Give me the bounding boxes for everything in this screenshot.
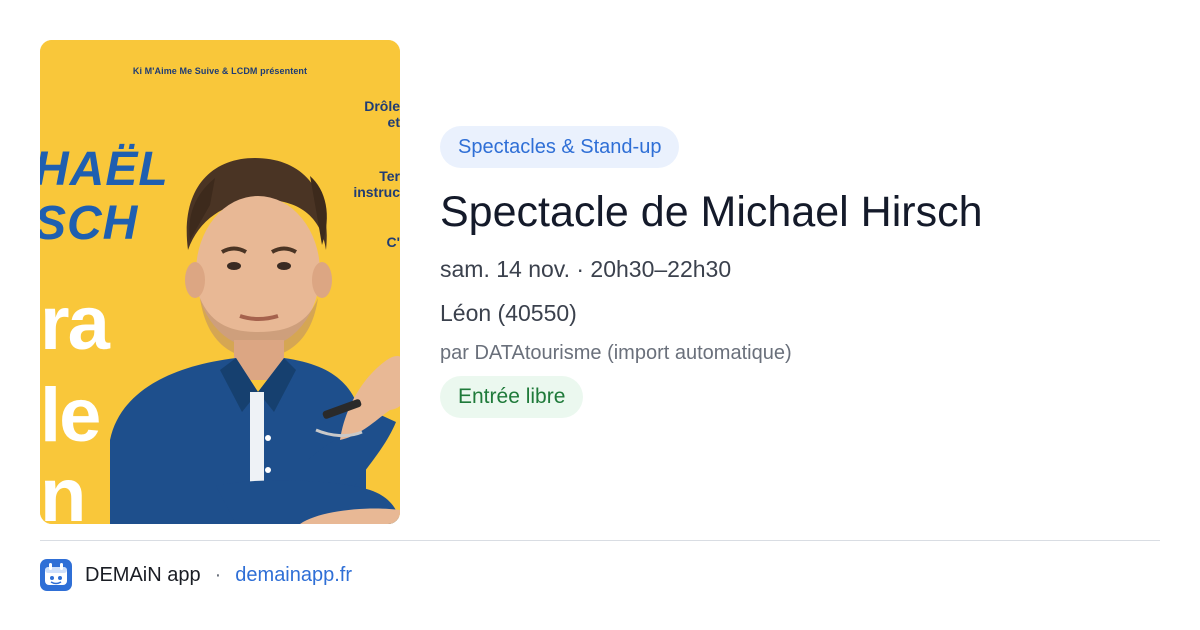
price-badge: Entrée libre xyxy=(440,376,584,418)
event-card[interactable]: Ki M'Aime Me Suive & LCDM présentent HAË… xyxy=(0,0,1200,630)
event-poster-image: Ki M'Aime Me Suive & LCDM présentent HAË… xyxy=(40,40,400,524)
poster-big-text-1: ra xyxy=(40,281,110,366)
app-url-link[interactable]: demainapp.fr xyxy=(235,564,352,587)
category-chip[interactable]: Spectacles & Stand-up xyxy=(440,126,680,168)
event-title[interactable]: Spectacle de Michael Hirsch xyxy=(440,186,1160,238)
poster-presenter-text: Ki M'Aime Me Suive & LCDM présentent xyxy=(132,66,308,76)
poster-side-text-2: Ter instruc xyxy=(353,168,400,200)
poster-big-text-2: le xyxy=(40,373,101,458)
event-location: Léon (40550) xyxy=(440,300,577,326)
poster-name-line-2: SCH xyxy=(40,197,139,250)
footer-divider xyxy=(40,540,1160,541)
poster-side-text-3: C' xyxy=(386,234,400,250)
event-details: Spectacles & Stand-up Spectacle de Micha… xyxy=(440,126,1160,418)
poster-big-text-3: n xyxy=(40,453,86,525)
app-name: DEMAiN app xyxy=(85,563,201,586)
poster-side-text-1: Drôle et xyxy=(364,98,400,130)
poster-name-line-1: HAËL xyxy=(40,143,169,196)
footer: DEMAiN app · demainapp.fr xyxy=(40,558,352,592)
event-source: par DATAtourisme (import automatique) xyxy=(440,342,792,364)
event-date-time: sam. 14 nov. · 20h30–22h30 xyxy=(440,256,732,282)
demain-app-icon xyxy=(40,559,72,591)
footer-separator: · xyxy=(214,563,222,586)
